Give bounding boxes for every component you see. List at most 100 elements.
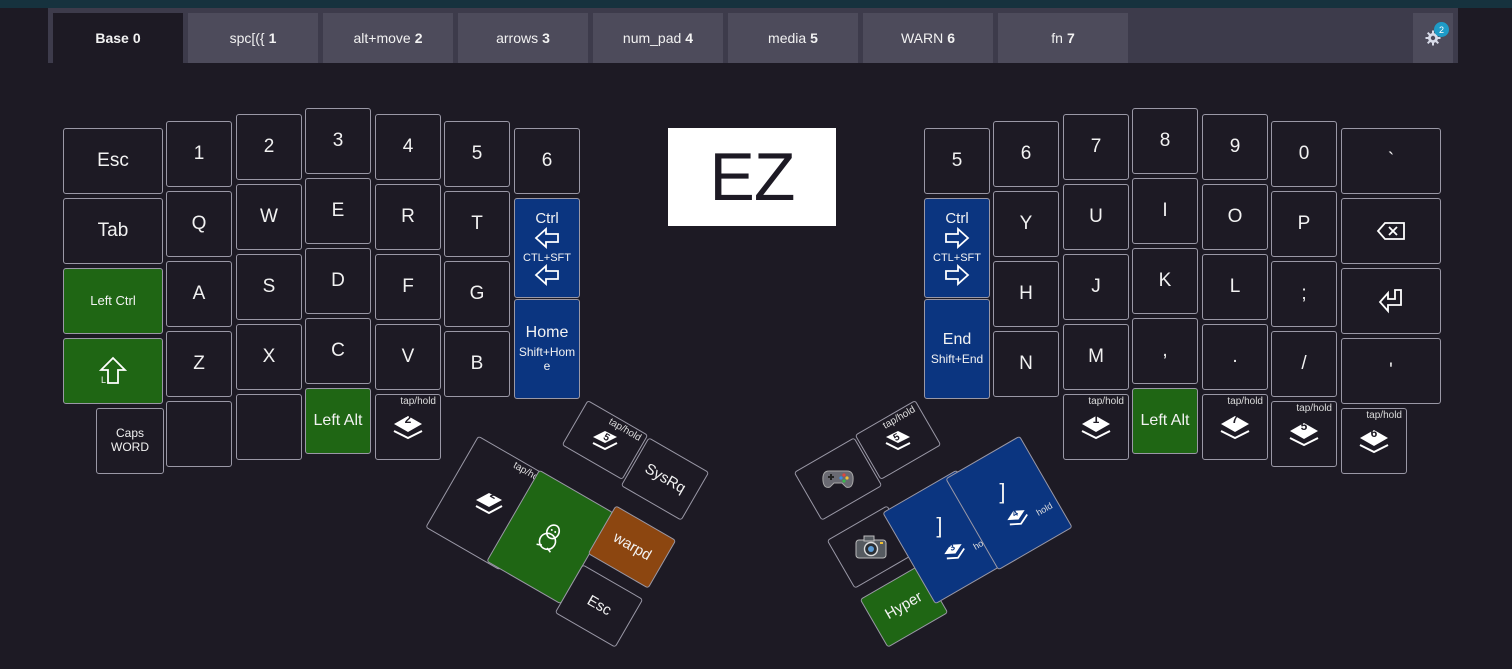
key-label: L [1229,276,1241,298]
tab-alt-move[interactable]: alt+move 2 [323,13,453,63]
key-layer-7[interactable]: tap/hold 7 [1202,394,1268,460]
key-label: Ctrl [535,209,559,227]
key-x[interactable]: X [236,324,302,390]
key-backspace[interactable] [1341,198,1441,264]
key-label: 7 [1090,136,1102,158]
key-g[interactable]: G [444,261,510,327]
key-q[interactable]: Q [166,191,232,257]
key-label: A [192,283,206,305]
key-comma[interactable]: , [1132,318,1198,384]
key-s[interactable]: S [236,254,302,320]
key-tab[interactable]: Tab [63,198,163,264]
key-enter[interactable] [1341,268,1441,334]
key-label: R [401,206,415,228]
key-c[interactable]: C [305,318,371,384]
key-5-right[interactable]: 5 [924,128,990,194]
key-sublabel: Shift+End [930,352,984,367]
key-left-shift[interactable]: L [63,338,163,404]
key-label: . [1232,346,1238,368]
key-label: 5 [471,143,483,165]
key-blank[interactable] [166,401,232,467]
key-label: 1 [1092,412,1100,426]
key-i[interactable]: I [1132,178,1198,244]
key-4[interactable]: 4 [375,114,441,180]
key-left-ctrl[interactable]: Left Ctrl [63,268,163,334]
key-k[interactable]: K [1132,248,1198,314]
key-esc[interactable]: Esc [63,128,163,194]
key-r[interactable]: R [375,184,441,250]
key-a[interactable]: A [166,261,232,327]
arrow-left-icon [534,226,559,249]
key-caps-word[interactable]: Caps WORD [96,408,164,474]
tab-num-pad[interactable]: num_pad 4 [593,13,723,63]
key-m[interactable]: M [1063,324,1129,390]
key-b[interactable]: B [444,331,510,397]
key-7[interactable]: 7 [1063,114,1129,180]
key-u[interactable]: U [1063,184,1129,250]
tab-base[interactable]: Base 0 [53,13,183,63]
key-f[interactable]: F [375,254,441,320]
tap-hold-hint: tap/hold [1296,403,1332,414]
key-layer-1[interactable]: tap/hold 1 [1063,394,1129,460]
notification-badge: 2 [1434,22,1449,37]
key-d[interactable]: D [305,248,371,314]
tab-media[interactable]: media 5 [728,13,858,63]
key-v[interactable]: V [375,324,441,390]
tab-number: 0 [132,30,141,46]
key-label: Caps WORD [111,426,149,454]
key-ctrl-word-right[interactable]: Ctrl CTL+SFT [924,198,990,298]
key-p[interactable]: P [1271,191,1337,257]
tab-arrows[interactable]: arrows 3 [458,13,588,63]
tab-spc[interactable]: spc[({1 [188,13,318,63]
key-h[interactable]: H [993,261,1059,327]
key-slash[interactable]: / [1271,331,1337,397]
camera-icon [855,535,887,559]
key-label: Home [525,324,569,341]
key-end[interactable]: End Shift+End [924,299,990,399]
key-z[interactable]: Z [166,331,232,397]
key-l[interactable]: L [1202,254,1268,320]
key-label: 6 [1370,426,1378,440]
key-label: 2 [404,412,412,426]
tab-label: alt+move [353,30,411,46]
key-w[interactable]: W [236,184,302,250]
key-0[interactable]: 0 [1271,121,1337,187]
key-1[interactable]: 1 [166,121,232,187]
key-t[interactable]: T [444,191,510,257]
settings-button[interactable] [1413,13,1453,63]
key-left-alt-right[interactable]: Left Alt [1132,388,1198,454]
key-6-right[interactable]: 6 [993,121,1059,187]
key-8[interactable]: 8 [1132,108,1198,174]
key-y[interactable]: Y [993,191,1059,257]
key-2[interactable]: 2 [236,114,302,180]
key-n[interactable]: N [993,331,1059,397]
key-label: G [469,283,485,305]
key-layer-6[interactable]: tap/hold 6 [1341,408,1407,474]
key-home[interactable]: Home Shift+Home [514,299,580,399]
tab-number: 4 [685,30,694,46]
key-e[interactable]: E [305,178,371,244]
key-label: M [1088,346,1104,368]
key-5[interactable]: 5 [444,121,510,187]
key-blank[interactable] [236,394,302,460]
key-period[interactable]: . [1202,324,1268,390]
key-layer-5[interactable]: tap/hold 5 [1271,401,1337,467]
key-backtick[interactable]: ` [1341,128,1441,194]
key-left-alt[interactable]: Left Alt [305,388,371,454]
key-semicolon[interactable]: ; [1271,261,1337,327]
key-3[interactable]: 3 [305,108,371,174]
hold-hint: hold [1034,500,1055,518]
key-6[interactable]: 6 [514,128,580,194]
key-label: 6 [1020,143,1032,165]
key-ctrl-word-left[interactable]: Ctrl CTL+SFT [514,198,580,298]
key-o[interactable]: O [1202,184,1268,250]
enter-icon [1378,289,1402,314]
tab-fn[interactable]: fn 7 [998,13,1128,63]
key-quote[interactable]: ' [1341,338,1441,404]
tab-label: num_pad [622,30,682,46]
key-label: ; [1301,283,1307,305]
key-layer-2[interactable]: tap/hold 2 [375,394,441,460]
tab-warn[interactable]: WARN 6 [863,13,993,63]
key-9[interactable]: 9 [1202,114,1268,180]
key-j[interactable]: J [1063,254,1129,320]
